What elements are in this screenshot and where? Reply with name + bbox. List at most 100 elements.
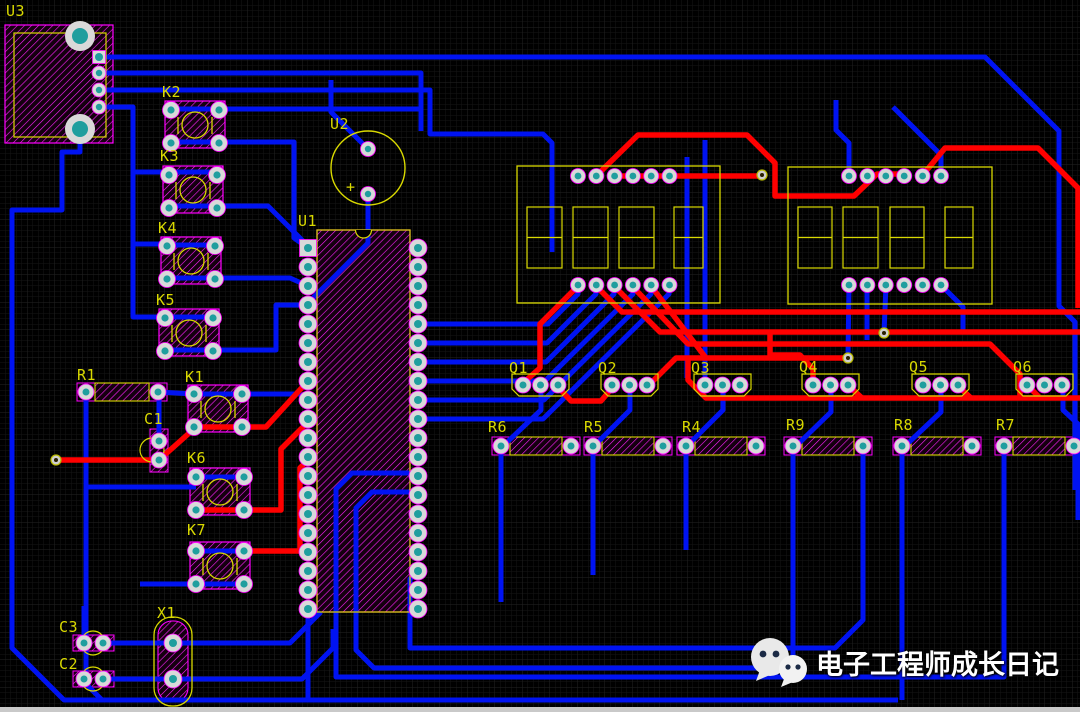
- pad-hole: [608, 381, 616, 389]
- pad-hole: [845, 281, 853, 289]
- pad-hole: [629, 281, 637, 289]
- designator-label-K1: K1: [185, 368, 204, 386]
- pad-hole: [192, 506, 200, 514]
- pad-hole: [682, 442, 690, 450]
- pad-hole: [99, 675, 107, 683]
- pad-hole: [900, 281, 908, 289]
- pad-hole: [190, 390, 198, 398]
- pad-hole: [80, 675, 88, 683]
- component-X1[interactable]: [157, 620, 189, 703]
- pad-hole: [414, 415, 422, 423]
- via-hole: [760, 173, 764, 177]
- pad-hole: [844, 381, 852, 389]
- pad-hole: [364, 145, 372, 153]
- pad-hole: [845, 172, 853, 180]
- pad-hole: [304, 548, 312, 556]
- pad-hole: [155, 456, 163, 464]
- designator-label-U3: U3: [6, 2, 25, 20]
- designator-label-U1: U1: [298, 212, 317, 230]
- pad-hole: [919, 281, 926, 289]
- watermark: 电子工程师成长日记: [748, 636, 1059, 688]
- pad-hole: [304, 434, 312, 442]
- pad-hole: [95, 69, 103, 77]
- pad-hole: [752, 442, 760, 450]
- designator-label-R4: R4: [682, 418, 701, 436]
- pad-hole: [304, 339, 312, 347]
- via-hole: [882, 331, 886, 335]
- pad-hole: [82, 388, 90, 396]
- designator-label-K4: K4: [158, 219, 177, 237]
- pad-hole: [211, 242, 219, 250]
- pad-hole: [167, 106, 175, 114]
- pad-hole: [211, 275, 219, 283]
- pad-hole: [304, 415, 312, 423]
- pad-hole: [238, 423, 246, 431]
- pad-hole: [304, 567, 312, 575]
- pad-hole: [554, 381, 562, 389]
- pad-hole: [238, 390, 246, 398]
- designator-label-K2: K2: [162, 83, 181, 101]
- pad-hole: [719, 381, 726, 389]
- designator-label-C1: C1: [144, 410, 163, 428]
- pad-hole: [304, 282, 312, 290]
- R1-body: [94, 382, 150, 402]
- pad-hole: [209, 314, 217, 322]
- pad-hole: [414, 377, 422, 385]
- pad-hole: [304, 529, 312, 537]
- pad-hole: [1058, 381, 1066, 389]
- designator-label-C2: C2: [59, 655, 78, 673]
- pad-hole: [414, 586, 422, 594]
- pad-hole: [169, 639, 177, 647]
- pad-hole: [72, 121, 88, 137]
- pad-hole: [900, 172, 908, 180]
- component-U1[interactable]: [316, 229, 411, 613]
- pad-hole: [304, 263, 312, 271]
- pad-hole: [165, 204, 173, 212]
- pad-hole: [304, 320, 312, 328]
- pad-hole: [161, 314, 169, 322]
- pad-hole: [919, 381, 927, 389]
- pad-hole: [99, 639, 107, 647]
- pad-hole: [647, 281, 655, 289]
- pad-hole: [240, 506, 248, 514]
- designator-label-K7: K7: [187, 521, 206, 539]
- pad-hole: [364, 190, 372, 198]
- designator-label-R1: R1: [77, 366, 96, 384]
- pad-hole: [213, 204, 221, 212]
- via-hole: [846, 356, 850, 360]
- pad-hole: [701, 381, 709, 389]
- pad-hole: [882, 281, 890, 289]
- pad-hole: [72, 28, 88, 44]
- pad-hole: [240, 580, 248, 588]
- pad-hole: [629, 172, 637, 180]
- pad-hole: [95, 86, 103, 94]
- designator-label-R8: R8: [894, 416, 913, 434]
- pcb-drawing[interactable]: + U3 U1 U2 K2 K3 K4 K5 K1 K6 K7 R1 R6 R5 R4 R9 R8 R7 C1 C3 C…: [0, 0, 1080, 712]
- pad-hole: [809, 381, 817, 389]
- pad-hole: [537, 381, 544, 389]
- pad-hole: [154, 388, 162, 396]
- pad-hole: [414, 263, 422, 271]
- pad-hole: [414, 396, 422, 404]
- pad-hole: [304, 358, 312, 366]
- pad-hole: [215, 106, 223, 114]
- via-hole: [54, 458, 58, 462]
- pad-hole: [304, 396, 312, 404]
- pad-hole: [163, 242, 171, 250]
- pad-hole: [643, 381, 651, 389]
- pad-hole: [414, 548, 422, 556]
- pad-hole: [192, 580, 200, 588]
- pad-hole: [304, 510, 312, 518]
- designator-label-C3: C3: [59, 618, 78, 636]
- designator-label-Q1: Q1: [509, 359, 528, 377]
- pad-hole: [167, 139, 175, 147]
- pad-hole: [592, 172, 600, 180]
- pad-hole: [589, 442, 597, 450]
- pad-hole: [611, 281, 618, 289]
- designator-label-X1: X1: [157, 604, 176, 622]
- designator-label-R9: R9: [786, 416, 805, 434]
- pad-hole: [574, 281, 582, 289]
- pcb-editor-canvas[interactable]: + U3 U1 U2 K2 K3 K4 K5 K1 K6 K7 R1 R6 R5 R4 R9 R8 R7 C1 C3 C…: [0, 0, 1080, 712]
- pad-hole: [190, 423, 198, 431]
- R9-body: [801, 436, 855, 456]
